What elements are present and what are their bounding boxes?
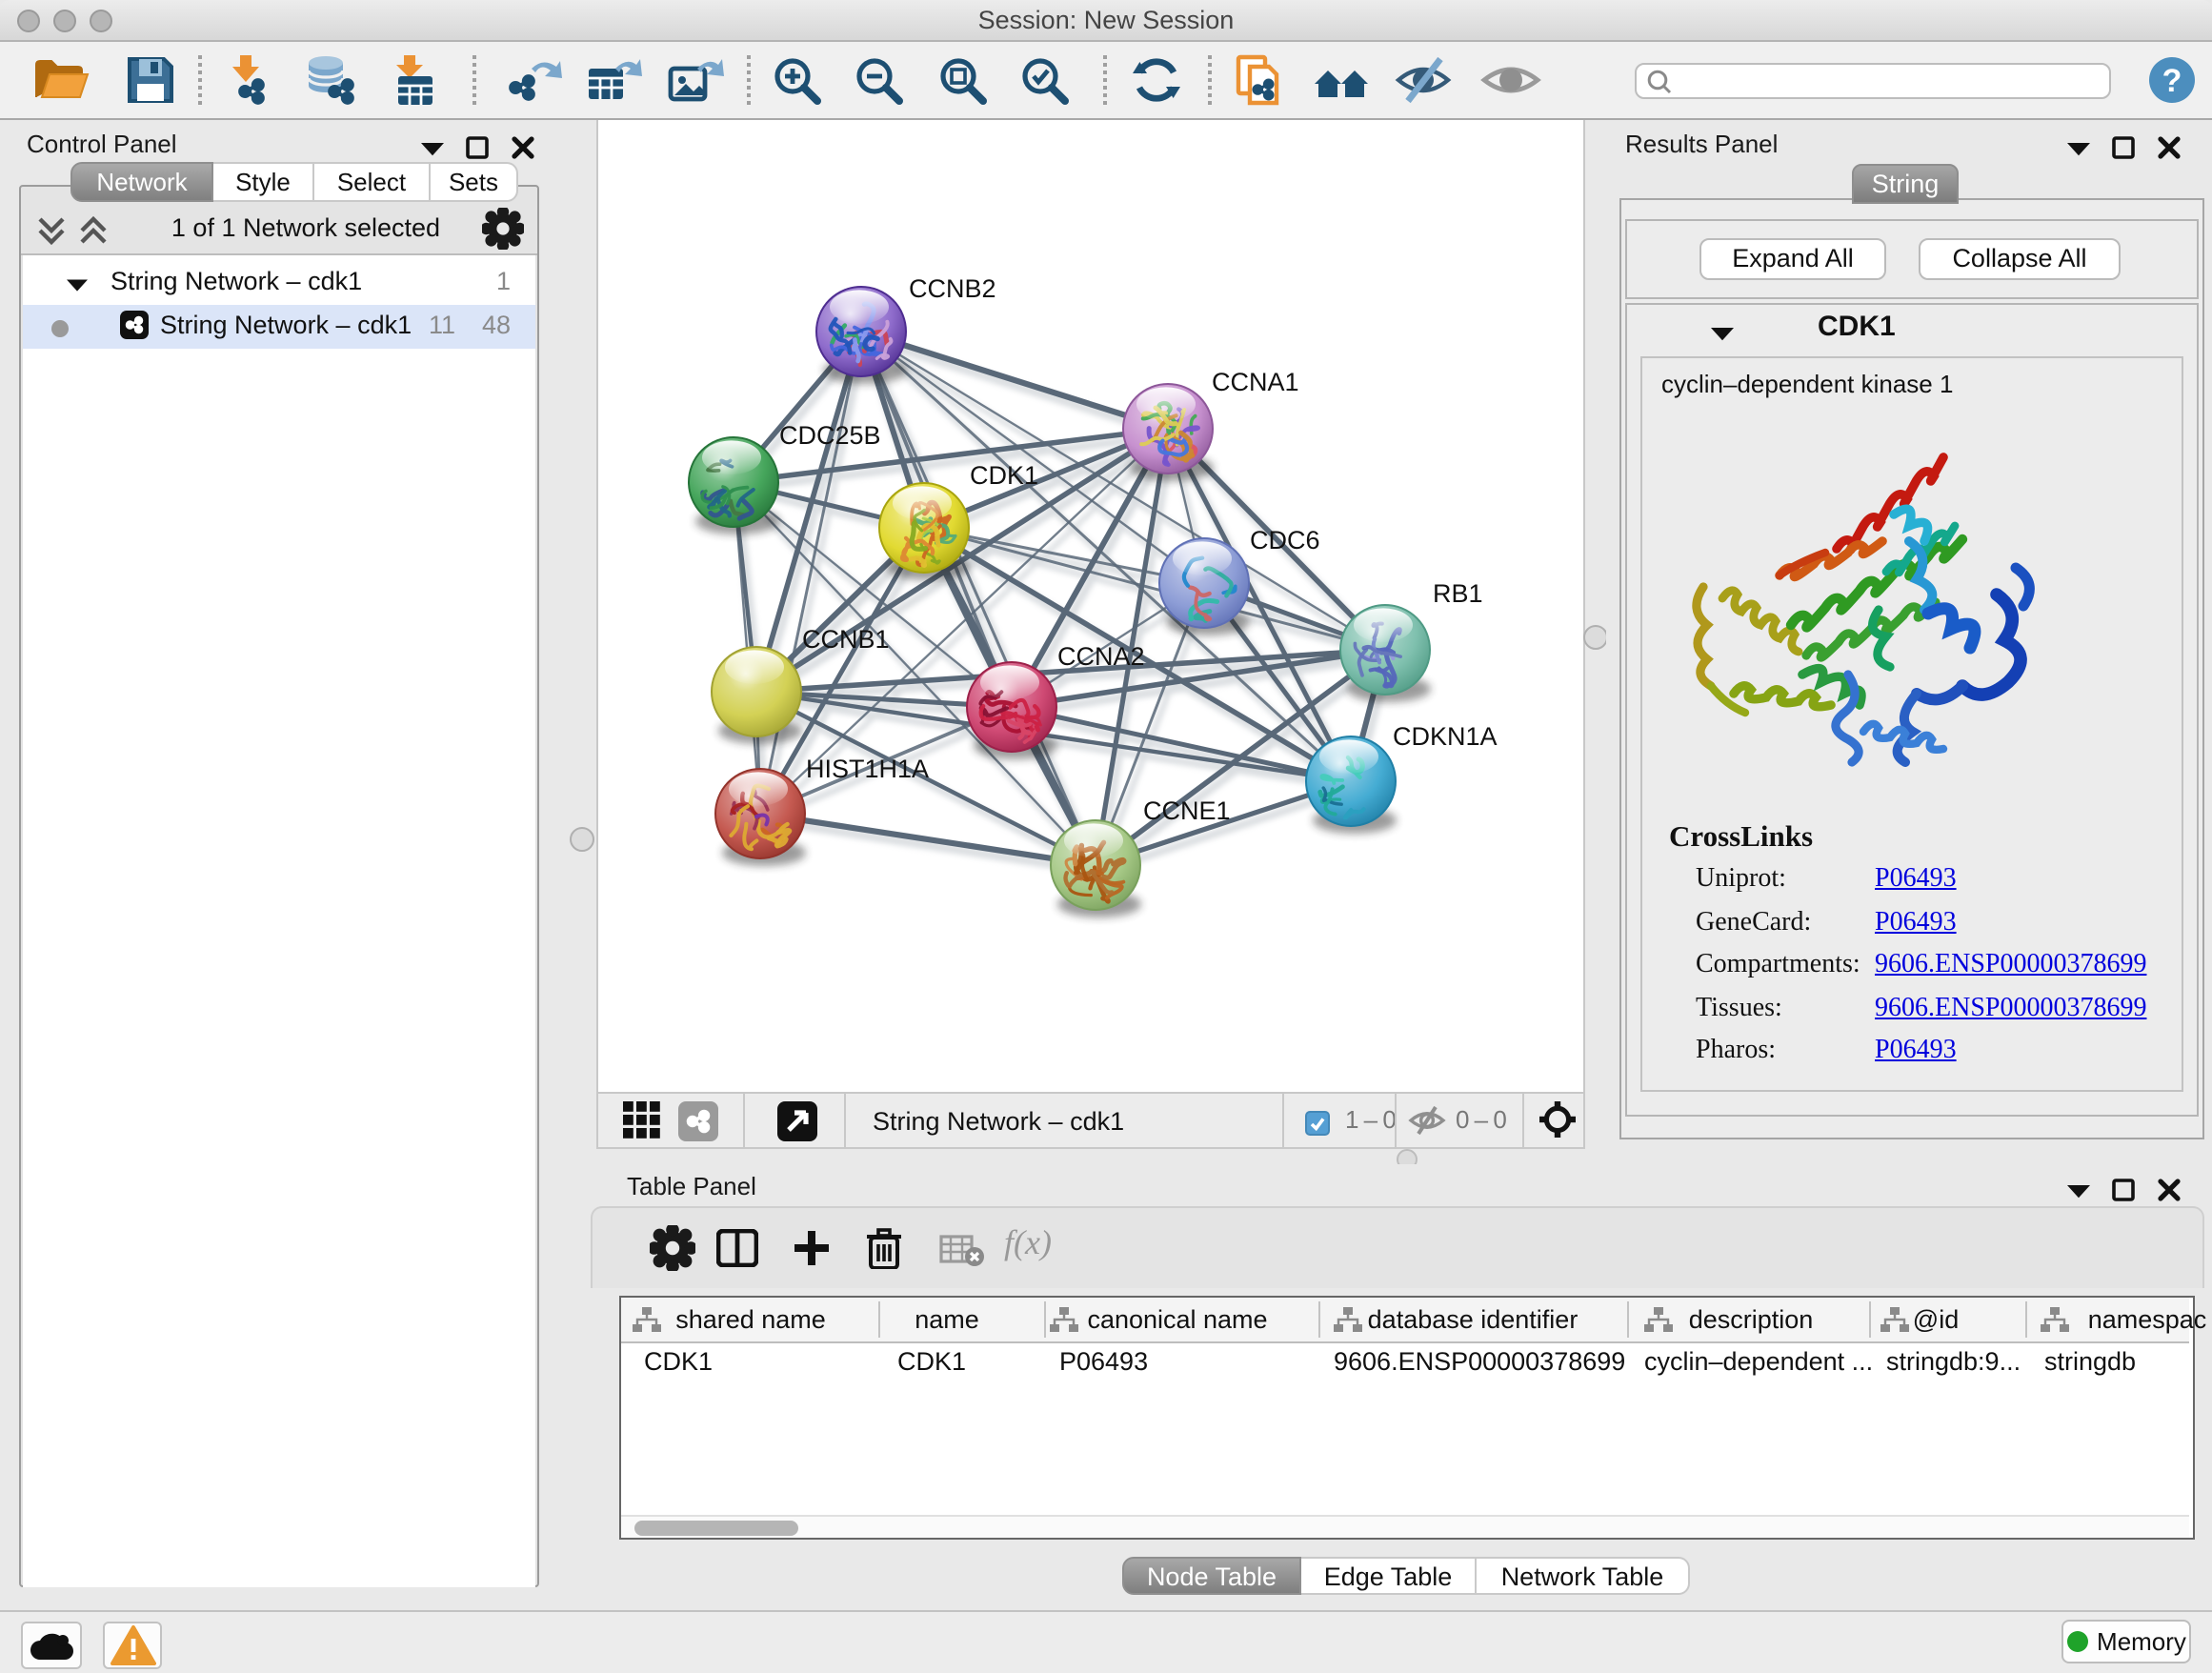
svg-text:CCNB2: CCNB2: [909, 274, 996, 303]
svg-text:?: ?: [2162, 63, 2182, 99]
svg-text:CDK1: CDK1: [970, 461, 1038, 490]
svg-text:CCNE1: CCNE1: [1143, 796, 1231, 825]
svg-text:CDC6: CDC6: [1250, 526, 1320, 554]
svg-text:CCNA2: CCNA2: [1057, 642, 1145, 671]
svg-text:CCNB1: CCNB1: [802, 625, 890, 654]
svg-text:CCNA1: CCNA1: [1212, 368, 1299, 396]
svg-text:CDC25B: CDC25B: [779, 421, 881, 450]
svg-text:HIST1H1A: HIST1H1A: [806, 755, 929, 783]
svg-text:RB1: RB1: [1433, 579, 1483, 608]
svg-text:CDKN1A: CDKN1A: [1393, 722, 1498, 751]
